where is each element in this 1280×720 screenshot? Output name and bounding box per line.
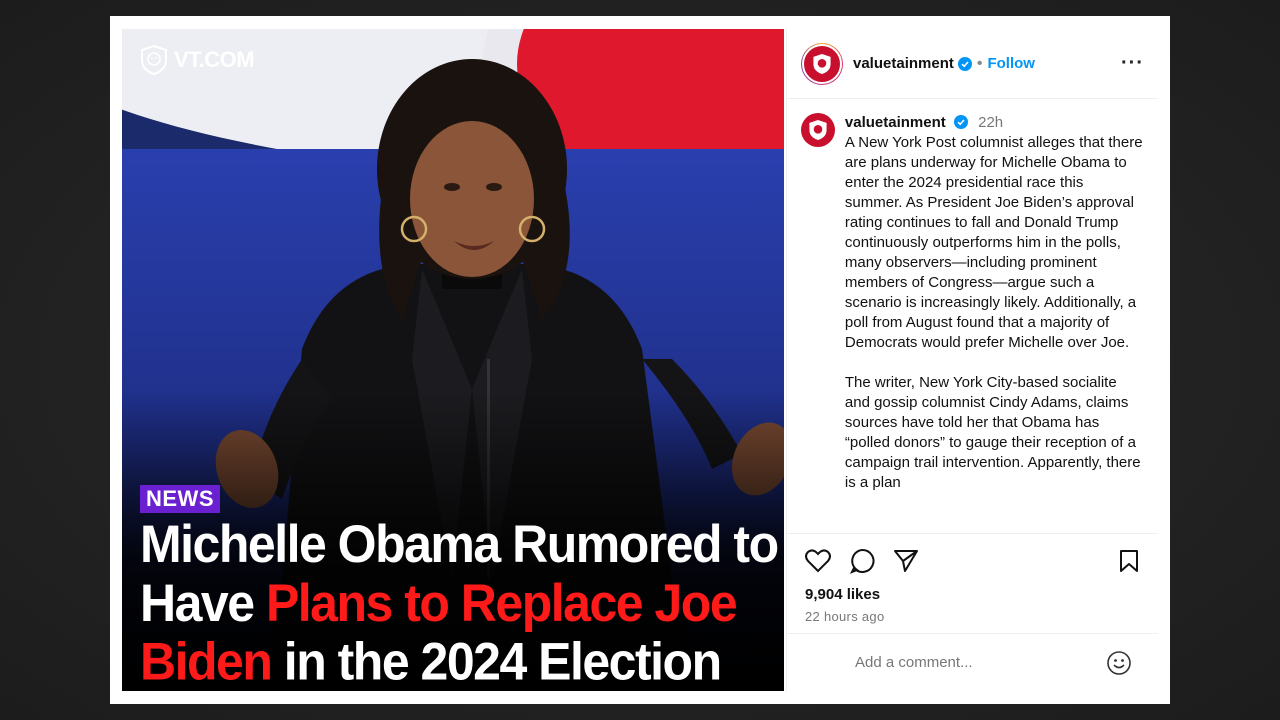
comment-icon[interactable] [849,548,875,574]
header-username[interactable]: valuetainment [853,55,954,72]
news-tag: NEWS [140,485,220,513]
post-time: 22h [978,114,1004,131]
follow-button[interactable]: Follow [987,55,1035,72]
vt-logo: VT.COM [140,45,255,75]
headline-line-2: Have Plans to Replace Joe [140,574,780,633]
profile-avatar[interactable] [801,42,843,85]
headline-line-2-red: Plans to Replace Joe [265,573,738,633]
more-options-icon[interactable]: ··· [1121,52,1144,75]
headline-line-2-white: Have [140,573,266,633]
verified-badge-icon [953,115,968,129]
post-image[interactable]: VT.COM NEWS Michelle Obama Rumored to Ha… [122,29,784,691]
verified-badge-icon [957,56,972,71]
heart-icon[interactable] [805,549,831,573]
caption-avatar[interactable] [801,113,835,147]
caption-username[interactable]: valuetainment [845,114,946,131]
caption-paragraph-2: The writer, New York City-based socialit… [844,374,1141,491]
post-header: valuetainment • Follow ··· [787,29,1158,99]
comment-bar [787,633,1158,691]
caption-scroll-area[interactable]: valuetainment 22h A New York Post column… [787,99,1158,533]
share-icon[interactable] [893,549,919,573]
lion-shield-icon [813,53,831,74]
post-actions: 9,904 likes 22 hours ago [787,533,1158,633]
headline: Michelle Obama Rumored to Have Plans to … [140,515,780,691]
action-icons [805,548,1140,574]
vt-logo-text: VT.COM [174,47,255,72]
posted-ago: 22 hours ago [805,609,885,624]
caption-text: valuetainment 22h A New York Post column… [845,113,1144,493]
comment-input[interactable] [853,653,1106,672]
caption-paragraph-1: A New York Post columnist alleges that t… [844,134,1143,351]
likes-count[interactable]: 9,904 likes [805,586,1140,603]
bookmark-icon[interactable] [1118,549,1140,573]
lion-shield-icon [141,45,167,75]
headline-line-3-white: in the 2024 Election [271,632,722,691]
headline-line-3: Biden in the 2024 Election [140,632,780,691]
post-side-panel: valuetainment • Follow ··· valuetainment… [786,29,1158,691]
post-frame: VT.COM NEWS Michelle Obama Rumored to Ha… [110,16,1170,704]
emoji-icon[interactable] [1106,650,1132,676]
lion-shield-icon [809,120,827,140]
caption-row: valuetainment 22h A New York Post column… [787,99,1158,493]
avatar-image [802,43,842,84]
separator-dot: • [976,54,983,72]
headline-line-3-red: Biden [140,632,273,691]
headline-line-1: Michelle Obama Rumored to [140,514,779,574]
